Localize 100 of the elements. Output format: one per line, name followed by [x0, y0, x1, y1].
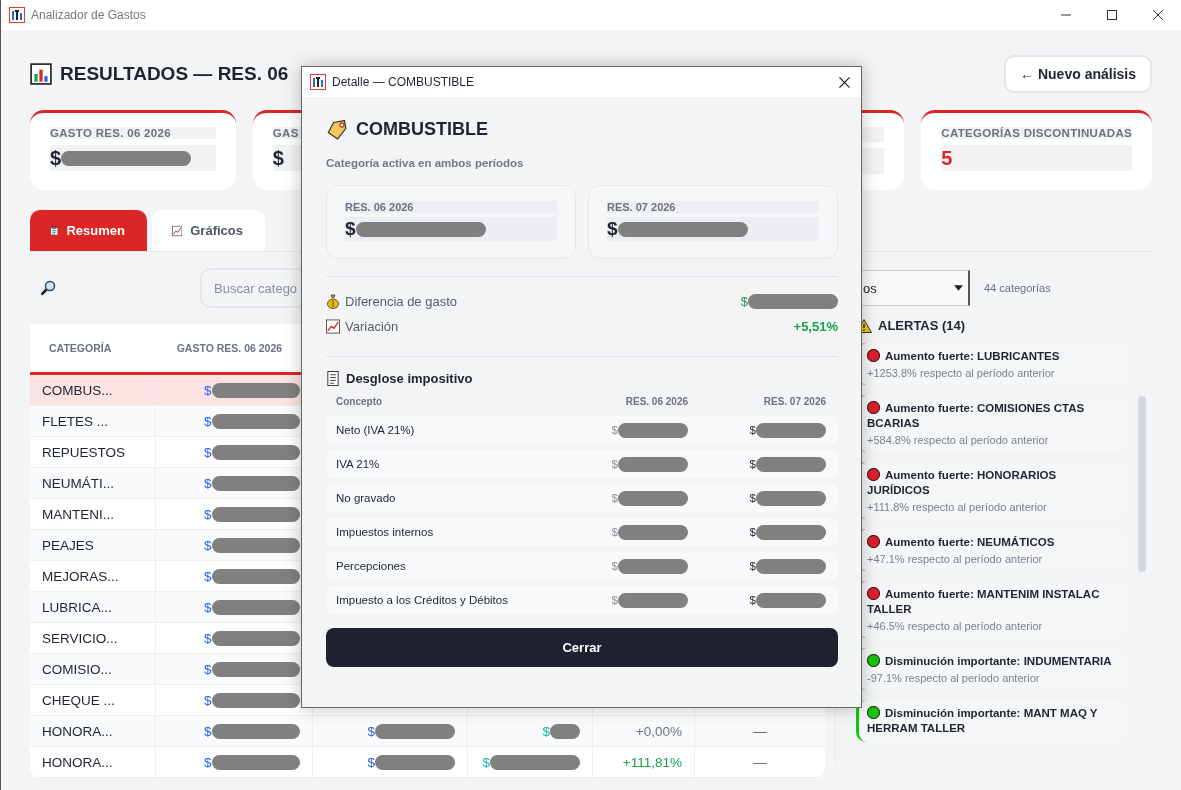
new-analysis-button[interactable]: ← Nuevo análisis — [1004, 55, 1152, 93]
category-cell: NEUMÁTI... — [30, 468, 156, 498]
app-icon — [310, 74, 326, 90]
period-label: RES. 06 2026 — [345, 201, 557, 213]
table-row[interactable]: HONORA... $ $ $ +0,00% — — [30, 716, 825, 747]
close-button[interactable]: Cerrar — [326, 628, 838, 667]
alert-title: Disminución importante: INDUMENTARIA — [867, 654, 1118, 669]
page-title: RESULTADOS — RES. 06 — [60, 63, 289, 85]
concept-cell-text: No gravado — [335, 492, 397, 504]
amount-cell: $ — [688, 524, 838, 540]
money-bag-icon — [326, 294, 340, 309]
search-icon — [40, 280, 56, 296]
variation-label: Variación — [326, 319, 399, 334]
table-row[interactable]: HONORA... $ $ $ +111,81% — — [30, 747, 825, 778]
amount-cell: $ — [558, 558, 688, 574]
amount-cell: $ — [482, 754, 580, 770]
difference-label: Diferencia de gasto — [326, 294, 457, 309]
tag-icon — [326, 119, 348, 140]
amount-cell: $ — [558, 422, 688, 438]
category-cell: HONORA... — [30, 716, 156, 746]
column-header: Concepto — [335, 395, 384, 407]
alert-detail: +47.1% respecto al período anterior — [867, 553, 1044, 565]
category-cell: MANTENI... — [30, 499, 156, 529]
period-amount: $ — [607, 217, 819, 241]
close-icon[interactable] — [839, 76, 850, 88]
concept-cell-text: Percepciones — [335, 560, 407, 572]
stat-label: GASTO RES. 06 2026 — [50, 127, 216, 139]
period-amount: $ — [345, 217, 557, 241]
category-cell: PEAJES — [30, 530, 156, 560]
variation-value: +5,51% — [793, 319, 838, 334]
stat-label: CATEGORÍAS DISCONTINUADAS — [941, 127, 1132, 139]
stat-value: 5 — [941, 145, 1132, 171]
dropdown-arrow-icon — [954, 285, 963, 291]
maximize-icon[interactable] — [1107, 10, 1117, 20]
concept-cell-text: Neto (IVA 21%) — [335, 424, 416, 436]
amount-cell: $ — [367, 723, 455, 739]
redaction-mark — [618, 490, 688, 506]
dialog-title: Detalle — COMBUSTIBLE — [332, 75, 475, 89]
redaction-mark — [618, 456, 688, 472]
difference-value: $ — [740, 294, 838, 309]
amount-cell: $ — [688, 456, 838, 472]
column-header: GASTO RES. 06 2026 — [175, 342, 284, 354]
amount-cell: $ — [156, 716, 313, 746]
amount-cell: $ — [558, 456, 688, 472]
alert-title: Aumento fuerte: HONORARIOS JURÍDICOS — [867, 468, 1058, 498]
amount-cell: $ — [688, 490, 838, 506]
column-header: RES. 07 2026 — [762, 395, 827, 407]
redaction-mark — [550, 723, 580, 739]
concept-cell-text: Impuestos internos — [335, 526, 435, 538]
amount-cell: $ — [688, 558, 838, 574]
category-cell: REPUESTOS — [30, 437, 156, 467]
amount-cell: $ — [367, 754, 455, 770]
scrollbar[interactable] — [1138, 396, 1146, 572]
amount-cell: $ — [542, 723, 580, 739]
amount-cell: $ — [558, 592, 688, 608]
redaction-mark — [756, 558, 826, 574]
concept-cell-text: IVA 21% — [335, 458, 381, 470]
category-cell: COMBUS... — [30, 375, 156, 405]
redaction-mark — [756, 592, 826, 608]
alert-detail: +1253.8% respecto al período anterior — [867, 367, 1056, 379]
tab[interactable]: Resumen — [30, 210, 147, 251]
amount-cell: $ — [558, 524, 688, 540]
alerts-title: ALERTAS (14) — [878, 318, 966, 333]
amount-cell: $ — [688, 422, 838, 438]
alert-title: Aumento fuerte: MANTENIM INSTALAC TALLER — [867, 587, 1101, 617]
alert-title: Aumento fuerte: COMISIONES CTAS BCARIAS — [867, 401, 1086, 431]
category-cell: CHEQUE ... — [30, 685, 156, 715]
redaction-mark — [756, 456, 826, 472]
alert-detail: +46.5% respecto al período anterior — [867, 620, 1044, 632]
redaction-mark — [756, 490, 826, 506]
amount-cell: $ — [558, 490, 688, 506]
table-cell: — — [753, 754, 767, 770]
window-title: Analizador de Gastos — [31, 8, 146, 22]
amount-cell: $ — [156, 747, 313, 777]
alert-title: Disminución importante: MANT MAQ Y HERRAM TALLER — [867, 706, 1099, 736]
category-count: 44 categorías — [984, 282, 1051, 294]
period-label: RES. 07 2026 — [607, 201, 819, 213]
category-cell: FLETES ... — [30, 406, 156, 436]
redaction-mark — [756, 524, 826, 540]
stat-value: $ — [50, 145, 216, 171]
category-cell: MEJORAS... — [30, 561, 156, 591]
bar-chart-icon — [30, 63, 52, 85]
column-header: CATEGORÍA — [48, 342, 113, 354]
tab[interactable]: Gráficos — [152, 210, 265, 251]
concept-cell-text: Impuesto a los Créditos y Débitos — [335, 594, 509, 606]
redaction-mark — [618, 592, 688, 608]
breakdown-title: Desglose impositivo — [346, 371, 473, 386]
redaction-mark — [618, 422, 688, 438]
table-cell: — — [753, 723, 767, 739]
redaction-mark — [756, 422, 826, 438]
alert-detail: -97.1% respecto al período anterior — [867, 672, 1041, 684]
redaction-mark — [618, 524, 688, 540]
close-icon[interactable] — [1153, 10, 1163, 20]
category-cell: HONORA... — [30, 747, 156, 777]
app-icon — [9, 7, 25, 23]
category-cell: COMISIO... — [30, 654, 156, 684]
category-cell: SERVICIO... — [30, 623, 156, 653]
redaction-mark — [618, 558, 688, 574]
line-chart-icon — [326, 319, 340, 334]
amount-cell: $ — [688, 592, 838, 608]
